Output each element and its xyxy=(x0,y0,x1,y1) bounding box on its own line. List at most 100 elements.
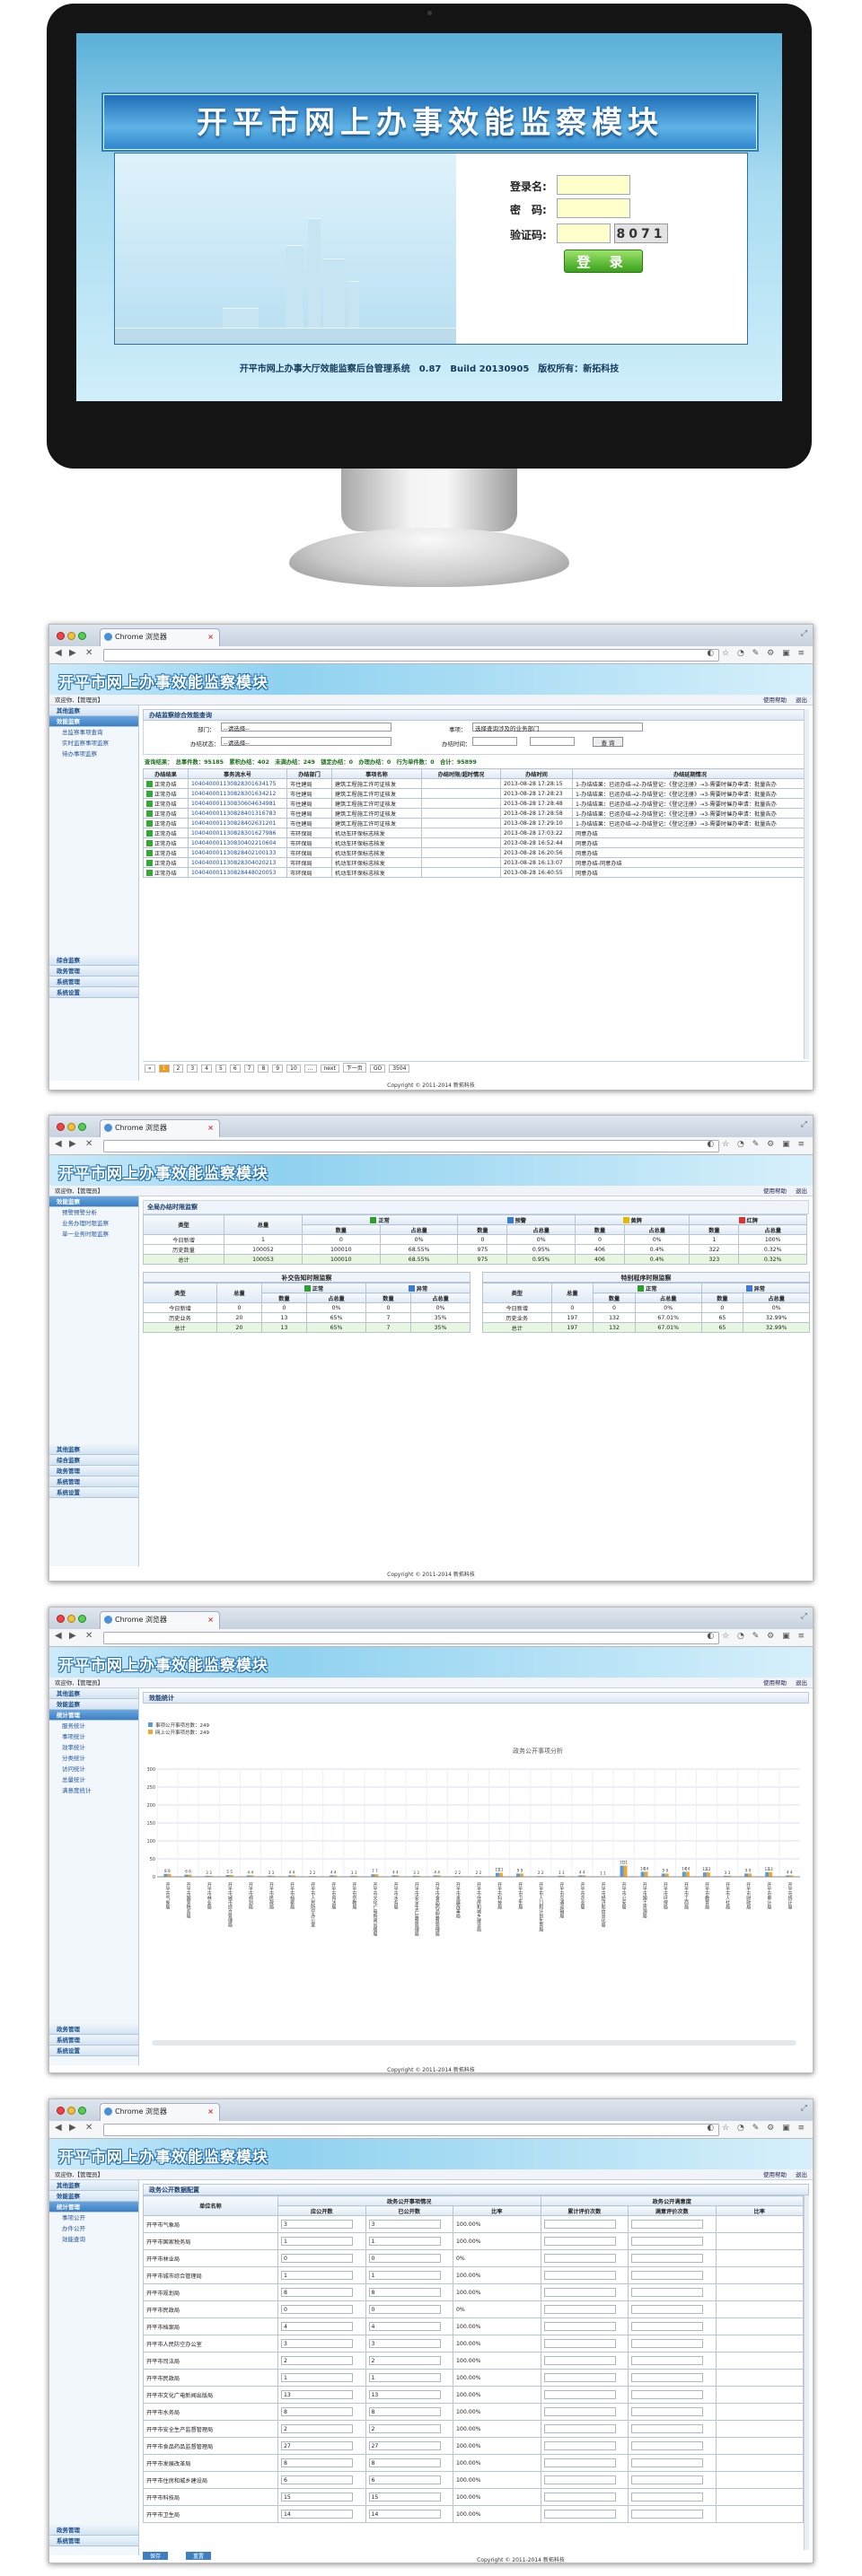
browser-tab[interactable]: Chrome 浏览器 × xyxy=(100,628,220,646)
vertical-scrollbar[interactable] xyxy=(804,709,809,1059)
serial-link[interactable]: 104040001130828301634175 xyxy=(191,781,276,787)
sidebar-item[interactable]: 分类统计 xyxy=(49,1753,138,1764)
serial-link[interactable]: 104040001130828301634212 xyxy=(191,791,276,797)
serial-link[interactable]: 104040001130828304020213 xyxy=(191,860,276,866)
rating-input[interactable] xyxy=(631,2322,703,2331)
save-button[interactable]: 保存 xyxy=(143,2552,169,2560)
back-icon[interactable]: ◀ xyxy=(55,648,62,658)
rating-input[interactable] xyxy=(631,2441,703,2450)
address-bar[interactable] xyxy=(103,1632,719,1644)
pager-item[interactable]: 6 xyxy=(229,1065,241,1073)
toolbar-icons[interactable]: ◐ ☆ ◔ ✎ ⚙ ▣ ≡ xyxy=(707,1140,807,1149)
count-input[interactable]: 8 xyxy=(368,2458,441,2467)
back-icon[interactable]: ◀ xyxy=(55,2123,62,2133)
pager-item[interactable]: 3 xyxy=(187,1065,198,1073)
sidebar-item[interactable]: 总监察事项查询 xyxy=(49,727,138,738)
minimize-window-icon[interactable] xyxy=(67,1123,75,1131)
sidebar-group[interactable]: 系统设置 xyxy=(49,987,138,998)
table-row[interactable]: 正常办结 104040001130828402631201 市住建局 建筑工程施工许可… xyxy=(143,818,808,828)
rating-input[interactable] xyxy=(631,2254,703,2263)
pager-item[interactable]: next xyxy=(320,1065,339,1073)
sidebar-group[interactable]: 系统管理 xyxy=(49,977,138,987)
rating-input[interactable] xyxy=(543,2237,616,2246)
rating-input[interactable] xyxy=(543,2510,616,2519)
rating-input[interactable] xyxy=(631,2220,703,2229)
count-input[interactable]: 0 xyxy=(368,2305,441,2314)
table-row[interactable]: 正常办结 104040001130828301634212 市住建局 建筑工程施工许可… xyxy=(143,788,808,799)
sidebar-group[interactable]: 效能监察 xyxy=(49,1196,138,1207)
captcha-image[interactable]: 8071 xyxy=(614,223,668,243)
sidebar-group[interactable]: 效能监察 xyxy=(49,2191,138,2202)
reset-button[interactable]: 重置 xyxy=(186,2552,212,2560)
forward-icon[interactable]: ▶ xyxy=(69,2123,76,2133)
item-select[interactable]: 选择查询涉及的业务部门 xyxy=(472,723,643,732)
date-from-input[interactable] xyxy=(472,737,517,746)
sidebar-item[interactable]: 待办事项监察 xyxy=(49,749,138,759)
rating-input[interactable] xyxy=(543,2271,616,2280)
pager-item[interactable]: 5 xyxy=(215,1065,226,1073)
tab-close-icon[interactable]: × xyxy=(207,629,214,645)
count-input[interactable]: 8 xyxy=(281,2288,353,2297)
count-input[interactable]: 1 xyxy=(281,2237,353,2246)
rating-input[interactable] xyxy=(543,2305,616,2314)
sidebar-item[interactable]: 预警预警分析 xyxy=(49,1207,138,1218)
count-input[interactable]: 8 xyxy=(281,2458,353,2467)
maximize-window-icon[interactable] xyxy=(78,1615,86,1623)
sidebar-item[interactable]: 事项公开 xyxy=(49,2212,138,2223)
help-link[interactable]: 使用帮助 xyxy=(763,2171,787,2178)
back-icon[interactable]: ◀ xyxy=(55,1139,62,1149)
table-row[interactable]: 正常办结 104040001130828402100133 市环保局 机动车环保标志核… xyxy=(143,847,808,858)
sidebar-group[interactable]: 其他监察 xyxy=(49,1444,138,1455)
sidebar-group[interactable]: 其他监察 xyxy=(49,2180,138,2191)
login-button[interactable]: 登 录 xyxy=(564,250,643,273)
table-row[interactable]: 正常办结 104040001130828401316783 市住建局 建筑工程施工许可… xyxy=(143,808,808,819)
browser-tab[interactable]: Chrome 浏览器 × xyxy=(100,2103,220,2121)
pager-item[interactable]: GO xyxy=(369,1065,386,1073)
sidebar-item[interactable]: 办件公开 xyxy=(49,2223,138,2234)
maximize-window-icon[interactable] xyxy=(78,2107,86,2115)
sidebar-item[interactable]: 业务办理时限监察 xyxy=(49,1218,138,1229)
sidebar-group[interactable]: 政务管理 xyxy=(49,2525,138,2536)
pager-item[interactable]: 8 xyxy=(258,1065,269,1073)
sidebar-group[interactable]: 系统设置 xyxy=(49,1487,138,1498)
stop-icon[interactable]: ✕ xyxy=(85,2123,92,2133)
count-input[interactable]: 2 xyxy=(368,2356,441,2365)
close-window-icon[interactable] xyxy=(57,1123,65,1131)
rating-input[interactable] xyxy=(631,2373,703,2382)
rating-input[interactable] xyxy=(631,2356,703,2365)
rating-input[interactable] xyxy=(543,2288,616,2297)
password-input[interactable] xyxy=(557,198,630,218)
sidebar-group[interactable]: 政务管理 xyxy=(49,966,138,977)
table-row[interactable]: 正常办结 104040001130830402210604 市环保局 机动车环保标志核… xyxy=(143,837,808,848)
count-input[interactable]: 3 xyxy=(281,2339,353,2348)
sidebar-group[interactable]: 统计管理 xyxy=(49,1710,138,1721)
serial-link[interactable]: 104040001130830402210604 xyxy=(191,840,276,846)
address-bar[interactable] xyxy=(103,1140,719,1152)
count-input[interactable]: 15 xyxy=(368,2493,441,2502)
serial-link[interactable]: 104040001130830604634981 xyxy=(191,801,276,807)
rating-input[interactable] xyxy=(543,2441,616,2450)
dept-select[interactable]: --请选择-- xyxy=(221,723,391,732)
count-input[interactable]: 15 xyxy=(281,2493,353,2502)
status-select[interactable]: --请选择-- xyxy=(221,737,391,747)
close-window-icon[interactable] xyxy=(57,632,65,640)
toolbar-icons[interactable]: ◐ ☆ ◔ ✎ ⚙ ▣ ≡ xyxy=(707,2124,807,2133)
tab-close-icon[interactable]: × xyxy=(207,1120,214,1136)
rating-input[interactable] xyxy=(631,2493,703,2502)
captcha-input[interactable] xyxy=(557,223,611,243)
tab-close-icon[interactable]: × xyxy=(207,1612,214,1628)
rating-input[interactable] xyxy=(631,2339,703,2348)
pager-item[interactable]: 9 xyxy=(272,1065,284,1073)
stop-icon[interactable]: ✕ xyxy=(85,1631,92,1641)
count-input[interactable]: 8 xyxy=(368,2288,441,2297)
minimize-window-icon[interactable] xyxy=(67,1615,75,1623)
sidebar-item[interactable]: 事项统计 xyxy=(49,1731,138,1742)
count-input[interactable]: 14 xyxy=(281,2510,353,2519)
pager-item[interactable]: 1 xyxy=(158,1065,170,1073)
browser-tab[interactable]: Chrome 浏览器 × xyxy=(100,1119,220,1137)
count-input[interactable]: 3 xyxy=(368,2339,441,2348)
rating-input[interactable] xyxy=(543,2254,616,2263)
stop-icon[interactable]: ✕ xyxy=(85,1139,92,1149)
rating-input[interactable] xyxy=(543,2458,616,2467)
browser-tab[interactable]: Chrome 浏览器 × xyxy=(100,1611,220,1629)
